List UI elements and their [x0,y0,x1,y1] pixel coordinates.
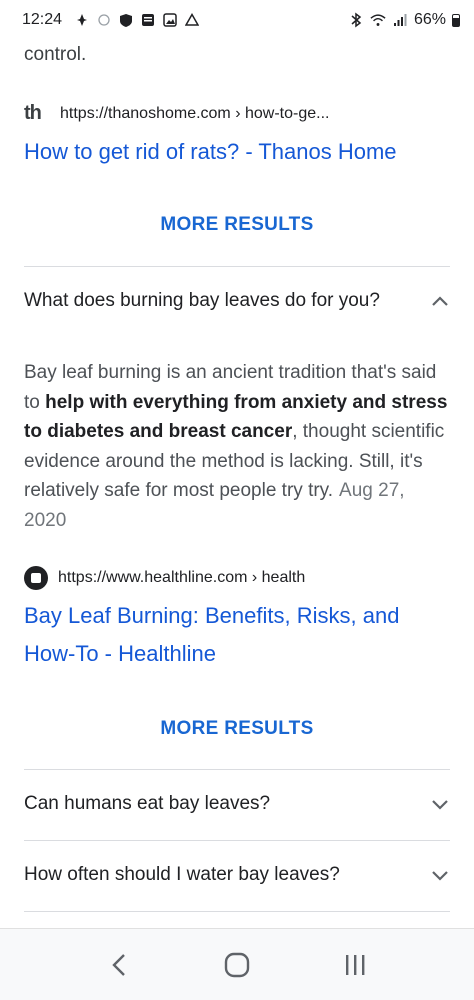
battery-percent: 66% [413,11,446,28]
status-right: 66% [348,11,460,29]
result-url: https://www.healthline.com › health [58,569,306,586]
faq-question-text: How often should I water bay leaves? [24,864,340,885]
system-nav-bar [0,928,474,1000]
result-source-thanoshome[interactable]: th https://thanoshome.com › how-to-ge... [24,102,329,125]
result-title-line2: How-To - Healthline [24,641,216,666]
divider [24,911,450,912]
result-url: https://thanoshome.com › how-to-ge... [60,104,330,122]
more-results-button[interactable]: MORE RESULTS [0,214,474,236]
drive-icon [184,12,200,28]
faq-question-burning[interactable]: What does burning bay leaves do for you? [24,290,450,312]
bluetooth-icon [348,12,364,28]
status-left: 12:24 [22,11,200,29]
home-icon [224,952,250,977]
back-icon [112,953,125,976]
thanoshome-favicon: th [24,102,42,124]
battery-icon [452,13,460,27]
divider [24,266,450,267]
result-source-healthline[interactable]: https://www.healthline.com › health [24,566,305,590]
signal-icon [392,12,408,28]
shield-icon [118,12,134,28]
back-button[interactable] [99,945,139,985]
faq-question-text: What does burning bay leaves do for you? [24,290,380,311]
divider [24,840,450,841]
faq-question-water[interactable]: How often should I water bay leaves? [24,864,450,886]
home-button[interactable] [217,945,257,985]
status-bar: 12:24 66% [0,0,474,40]
chevron-up-icon[interactable] [430,291,450,311]
wifi-icon [370,12,386,28]
more-results-button-2[interactable]: MORE RESULTS [0,718,474,740]
image-icon [162,12,178,28]
faq-question-text: Can humans eat bay leaves? [24,793,271,814]
circle-icon [96,12,112,28]
alert-icon [74,12,90,28]
result-title-healthline[interactable]: Bay Leaf Burning: Benefits, Risks, and H… [24,597,399,673]
faq-answer-burning: Bay leaf burning is an ancient tradition… [24,358,450,535]
status-time: 12:24 [22,11,63,28]
news-icon [140,12,156,28]
recents-button[interactable] [335,945,375,985]
recents-icon [346,954,365,975]
result-title-thanoshome[interactable]: How to get rid of rats? - Thanos Home [24,133,397,171]
snippet-tail: control. [24,44,87,65]
healthline-favicon [24,566,48,590]
chevron-down-icon[interactable] [430,865,450,885]
chevron-down-icon[interactable] [430,794,450,814]
divider [24,769,450,770]
faq-question-eat[interactable]: Can humans eat bay leaves? [24,793,450,815]
result-title-line1: Bay Leaf Burning: Benefits, Risks, and [24,603,400,628]
